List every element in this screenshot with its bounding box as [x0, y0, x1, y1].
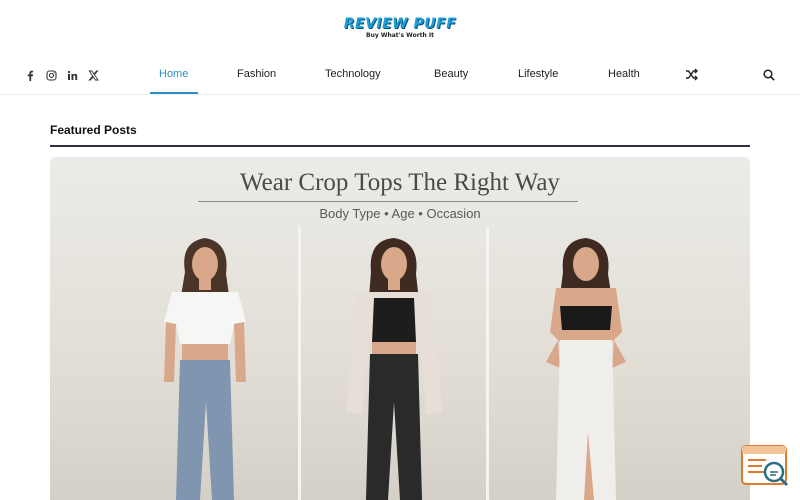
search-icon[interactable]	[763, 68, 775, 81]
nav-technology[interactable]: Technology	[325, 68, 381, 80]
facebook-icon[interactable]	[25, 68, 36, 81]
panel-divider	[298, 227, 301, 500]
site-logo[interactable]: REVIEW PUFF Buy What's Worth It	[0, 16, 800, 40]
hero-image-subtitle: Body Type • Age • Occasion	[319, 206, 481, 221]
woman-figure-3	[546, 238, 626, 500]
instagram-icon[interactable]	[46, 68, 57, 81]
woman-figure-2	[346, 238, 442, 500]
woman-figure-1	[164, 238, 246, 500]
main-header: Home Fashion Technology Beauty Lifestyle…	[0, 56, 800, 95]
social-links	[25, 68, 99, 81]
x-twitter-icon[interactable]	[88, 68, 99, 81]
nav-fashion[interactable]: Fashion	[237, 68, 276, 80]
shuffle-icon[interactable]	[685, 68, 698, 81]
hero-title-rule	[198, 201, 578, 202]
active-nav-indicator	[150, 92, 198, 94]
featured-posts-heading: Featured Posts	[50, 123, 137, 137]
nav-home[interactable]: Home	[159, 68, 188, 80]
nav-lifestyle[interactable]: Lifestyle	[518, 68, 558, 80]
featured-post-card[interactable]: Wear Crop Tops The Right Way Body Type •…	[50, 157, 750, 500]
linkedin-icon[interactable]	[67, 68, 78, 80]
nav-health[interactable]: Health	[608, 68, 640, 80]
nav-beauty[interactable]: Beauty	[434, 68, 468, 80]
section-divider	[50, 145, 750, 147]
review-search-widget-icon[interactable]	[740, 444, 792, 490]
logo-tagline: Buy What's Worth It	[366, 32, 434, 39]
panel-divider	[486, 227, 489, 500]
hero-image-title: Wear Crop Tops The Right Way	[240, 169, 560, 196]
logo-wordmark: REVIEW PUFF	[343, 16, 457, 32]
